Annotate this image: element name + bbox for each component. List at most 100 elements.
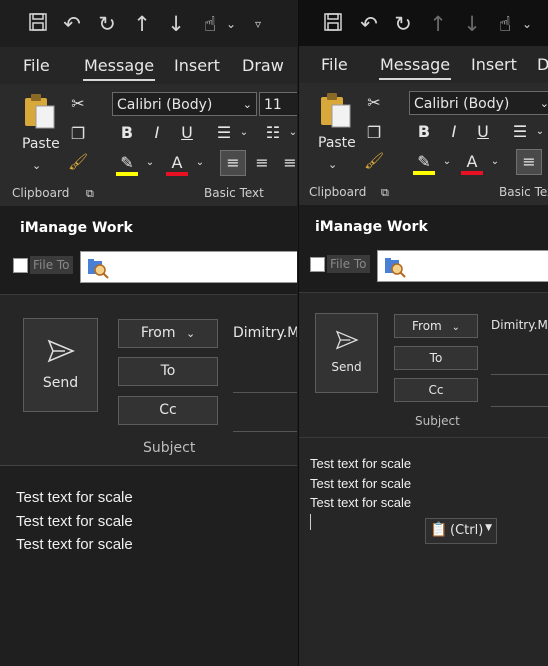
- paste-options-button[interactable]: 📋 (Ctrl) ▼: [425, 518, 497, 544]
- file-to-label: File To: [327, 255, 370, 273]
- send-button[interactable]: Send: [315, 313, 378, 393]
- font-color-icon[interactable]: A: [166, 152, 188, 176]
- paste-chevron-icon[interactable]: ⌄: [32, 154, 41, 178]
- file-to-checkbox[interactable]: [13, 258, 28, 273]
- clipboard-launcher-icon[interactable]: ⧉: [381, 181, 389, 205]
- bullets-chevron-icon[interactable]: ⌄: [233, 122, 255, 144]
- quick-access-toolbar: ↶ ↻ ↑ ↓ ☝ ⌄: [299, 0, 548, 46]
- bold-button[interactable]: B: [413, 121, 435, 143]
- cc-field-line[interactable]: [233, 431, 297, 432]
- align-left-icon[interactable]: ≡: [516, 149, 542, 175]
- redo-icon[interactable]: ↻: [95, 10, 119, 38]
- font-name-dropdown[interactable]: Calibri (Body) ⌄: [112, 92, 257, 116]
- font-name-dropdown[interactable]: Calibri (Body) ⌄: [409, 91, 548, 115]
- bullets-chevron-icon[interactable]: ⌄: [529, 121, 548, 143]
- to-button[interactable]: To: [394, 346, 478, 370]
- touch-mode-chevron-icon[interactable]: ⌄: [225, 10, 237, 38]
- previous-item-icon[interactable]: ↑: [130, 10, 154, 38]
- subject-label: Subject: [143, 440, 196, 456]
- underline-button[interactable]: U: [176, 122, 198, 144]
- imanage-addin-bar: iManage Work File To: [0, 206, 297, 295]
- cc-button[interactable]: Cc: [394, 378, 478, 402]
- from-button[interactable]: From ⌄: [118, 319, 218, 348]
- message-body[interactable]: Test text for scale Test text for scale …: [0, 465, 297, 666]
- chevron-down-icon: ⌄: [185, 327, 196, 340]
- highlight-chevron-icon[interactable]: ⌄: [139, 152, 161, 174]
- undo-icon[interactable]: ↶: [357, 10, 381, 38]
- previous-item-icon[interactable]: ↑: [426, 10, 450, 38]
- paste-chevron-icon[interactable]: ⌄: [328, 153, 337, 177]
- customize-toolbar-icon[interactable]: ▿: [252, 10, 264, 38]
- body-line: Test text for scale: [310, 476, 412, 491]
- from-label: From: [412, 319, 442, 333]
- tab-file[interactable]: File: [321, 55, 348, 74]
- numbering-icon[interactable]: ☷: [262, 122, 284, 144]
- ribbon-tabs: File Message Insert Draw: [0, 47, 297, 84]
- tab-insert[interactable]: Insert: [174, 56, 220, 75]
- tab-message[interactable]: Message: [378, 55, 452, 80]
- to-field-line[interactable]: [233, 392, 297, 393]
- bullets-icon[interactable]: ☰: [509, 121, 531, 143]
- highlight-chevron-icon[interactable]: ⌄: [436, 151, 458, 173]
- message-body[interactable]: Test text for scale Test text for scale …: [299, 437, 548, 666]
- italic-button[interactable]: I: [146, 122, 168, 144]
- clipboard-icon[interactable]: [22, 92, 58, 129]
- font-size-dropdown[interactable]: 11: [259, 92, 297, 116]
- undo-icon[interactable]: ↶: [60, 10, 84, 38]
- chevron-down-icon: ⌄: [242, 98, 252, 111]
- bold-button[interactable]: B: [116, 122, 138, 144]
- file-to-input[interactable]: [377, 250, 548, 282]
- align-center-icon[interactable]: ≡: [251, 152, 273, 174]
- tab-insert[interactable]: Insert: [471, 55, 517, 74]
- format-painter-icon[interactable]: 🖌: [68, 150, 88, 174]
- numbering-chevron-icon[interactable]: ⌄: [282, 122, 297, 144]
- tab-message[interactable]: Message: [82, 56, 156, 81]
- touch-mode-chevron-icon[interactable]: ⌄: [521, 10, 533, 38]
- font-color-chevron-icon[interactable]: ⌄: [484, 151, 506, 173]
- touch-mode-icon[interactable]: ☝: [198, 10, 222, 38]
- tab-file[interactable]: File: [23, 56, 50, 75]
- from-button[interactable]: From ⌄: [394, 314, 478, 338]
- from-address: Dimitry.M: [233, 325, 297, 341]
- cc-button[interactable]: Cc: [118, 396, 218, 425]
- clipboard-group-label: Clipboard: [309, 185, 367, 199]
- file-to-input[interactable]: [80, 251, 297, 283]
- right-outlook-window: ↶ ↻ ↑ ↓ ☝ ⌄ File Message Insert D Paste …: [298, 0, 548, 666]
- tab-draw[interactable]: Draw: [242, 56, 284, 75]
- copy-icon[interactable]: ❐: [364, 121, 384, 145]
- next-item-icon[interactable]: ↓: [460, 10, 484, 38]
- to-field-line[interactable]: [491, 374, 548, 375]
- font-color-icon[interactable]: A: [461, 151, 483, 175]
- highlight-icon[interactable]: ✎: [116, 152, 138, 176]
- format-painter-icon[interactable]: 🖌: [364, 149, 384, 173]
- file-to-checkbox[interactable]: [310, 257, 325, 272]
- tab-draw[interactable]: D: [537, 55, 548, 74]
- paste-button[interactable]: Paste: [22, 136, 60, 152]
- next-item-icon[interactable]: ↓: [164, 10, 188, 38]
- align-left-icon[interactable]: ≡: [220, 150, 246, 176]
- bullets-icon[interactable]: ☰: [213, 122, 235, 144]
- highlight-icon[interactable]: ✎: [413, 151, 435, 175]
- clipboard-icon[interactable]: [318, 91, 354, 128]
- send-icon: [335, 330, 359, 350]
- font-color-chevron-icon[interactable]: ⌄: [189, 152, 211, 174]
- save-icon[interactable]: [26, 10, 50, 38]
- save-icon[interactable]: [321, 10, 345, 38]
- to-button[interactable]: To: [118, 357, 218, 386]
- chevron-down-icon: ⌄: [451, 322, 460, 333]
- cc-field-line[interactable]: [491, 406, 548, 407]
- font-name-value: Calibri (Body): [414, 96, 510, 112]
- cut-icon[interactable]: ✂: [68, 92, 88, 116]
- touch-mode-icon[interactable]: ☝: [493, 10, 517, 38]
- clipboard-launcher-icon[interactable]: ⧉: [86, 182, 94, 206]
- redo-icon[interactable]: ↻: [391, 10, 415, 38]
- align-right-icon[interactable]: ≡: [279, 152, 297, 174]
- send-label: Send: [42, 375, 79, 391]
- send-button[interactable]: Send: [23, 318, 98, 412]
- copy-icon[interactable]: ❐: [68, 122, 88, 146]
- paste-button[interactable]: Paste: [318, 135, 356, 151]
- cut-icon[interactable]: ✂: [364, 91, 384, 115]
- underline-button[interactable]: U: [472, 121, 494, 143]
- italic-button[interactable]: I: [443, 121, 465, 143]
- from-address: Dimitry.Ma: [491, 318, 548, 332]
